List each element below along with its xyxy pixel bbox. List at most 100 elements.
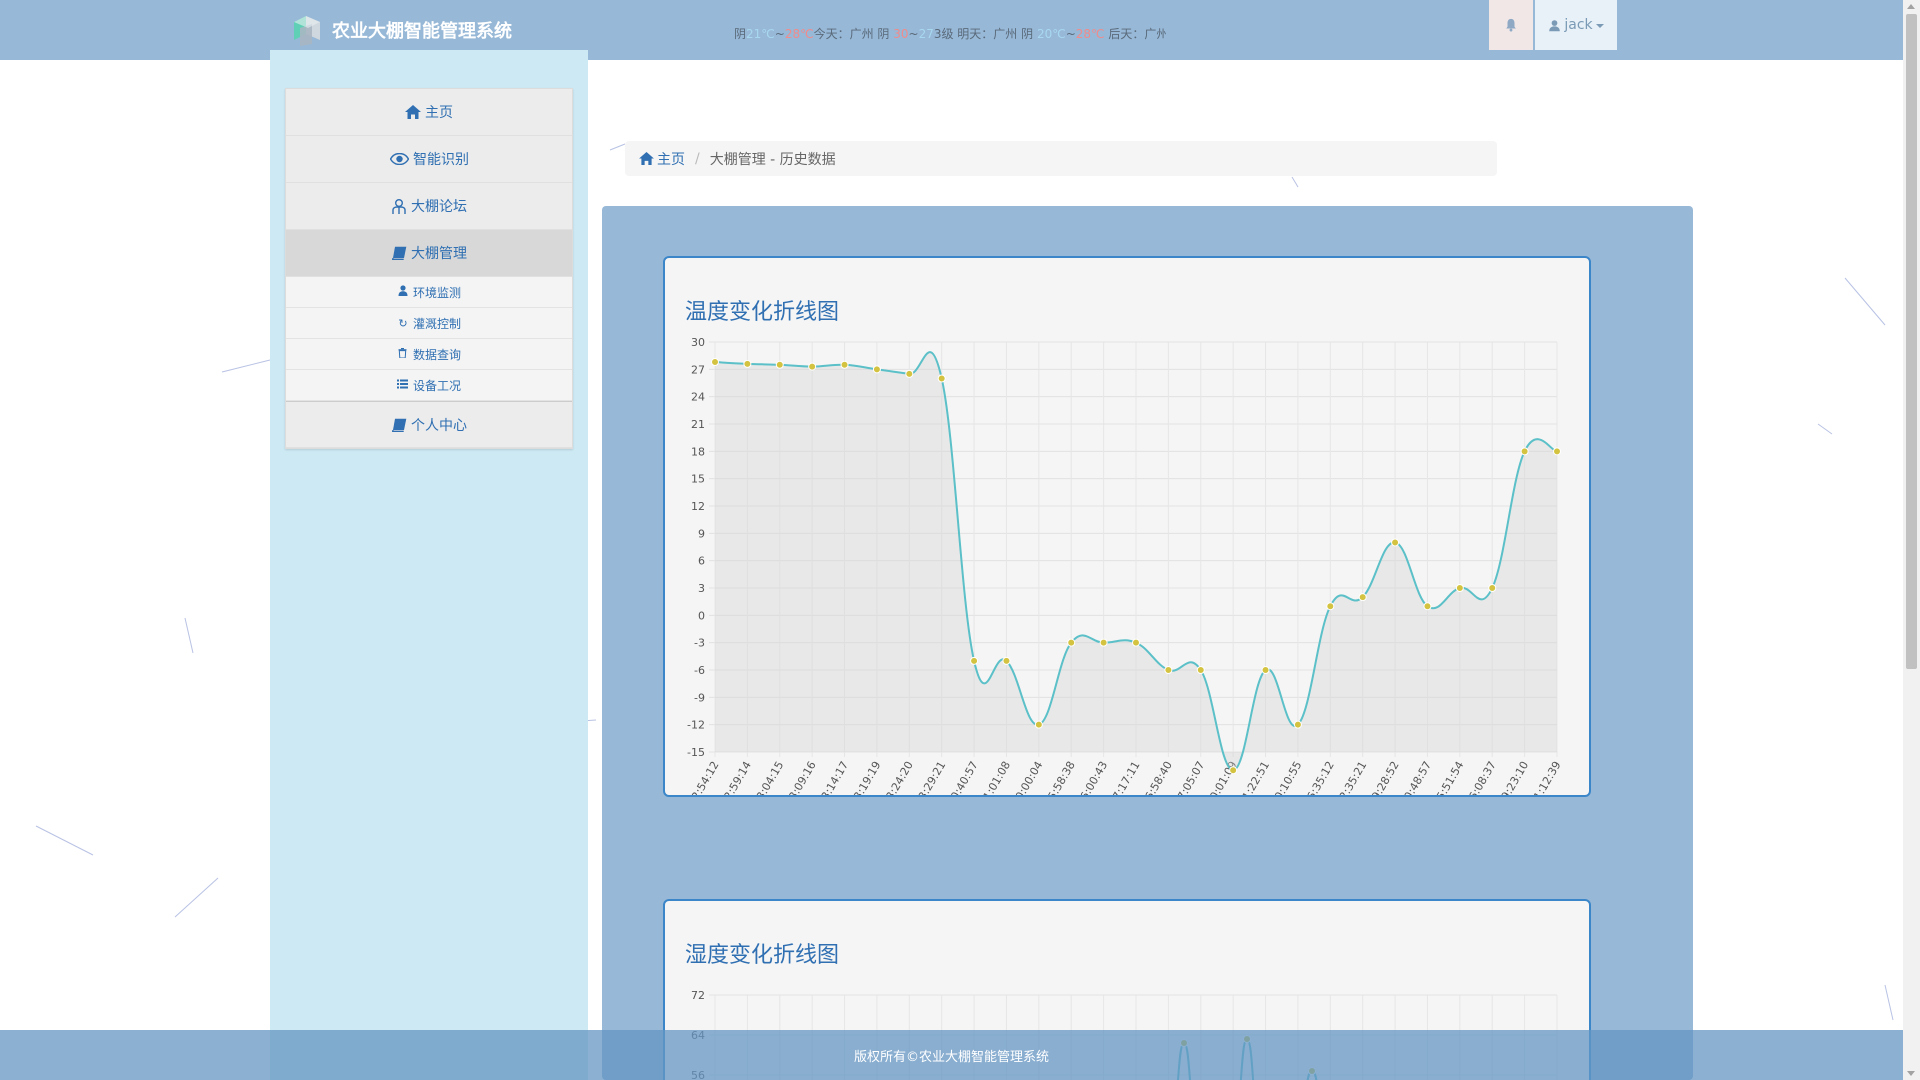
notification-button[interactable] bbox=[1489, 0, 1533, 50]
weather-segment: ~ bbox=[774, 27, 785, 41]
submenu-item-irrigation[interactable]: ↻ 灌溉控制 bbox=[286, 308, 572, 339]
weather-segment: 28℃ bbox=[1075, 27, 1105, 41]
weather-segment: 21℃ bbox=[746, 27, 775, 41]
y-tick-label: -15 bbox=[687, 746, 705, 759]
page-scrollbar[interactable] bbox=[1903, 0, 1920, 1080]
y-tick-label: 15 bbox=[691, 473, 705, 486]
y-tick-label: 27 bbox=[691, 363, 705, 376]
y-tick-label: 30 bbox=[691, 336, 705, 349]
y-tick-label: -12 bbox=[687, 719, 705, 732]
x-tick-label: 15:58:38 bbox=[1042, 759, 1078, 795]
submenu-item-label: 环境监测 bbox=[412, 285, 461, 300]
brand[interactable]: 农业大棚智能管理系统 bbox=[290, 12, 512, 48]
chart-data-point bbox=[1423, 602, 1432, 611]
x-tick-label: 16:35:12 bbox=[1301, 759, 1337, 795]
submenu-item-label: 灌溉控制 bbox=[412, 316, 461, 331]
y-tick-label: 12 bbox=[691, 500, 705, 513]
chevron-down-icon bbox=[1595, 24, 1604, 28]
x-tick-label: 23:24:20 bbox=[880, 759, 916, 795]
app-title: 农业大棚智能管理系统 bbox=[332, 21, 512, 42]
sidebar-menu: 主页 智能识别 大棚论坛 大棚管理 环境监测 ↻ 灌溉控制 数据查询 设备工况 … bbox=[285, 88, 573, 449]
chart-data-point bbox=[840, 360, 849, 369]
chart-data-point bbox=[1067, 638, 1076, 647]
y-tick-label: 3 bbox=[698, 582, 705, 595]
user-group-icon bbox=[391, 198, 407, 214]
submenu-item-label: 数据查询 bbox=[412, 347, 461, 362]
sidebar-item-recognition[interactable]: 智能识别 bbox=[286, 136, 572, 183]
sidebar-item-greenhouse[interactable]: 大棚管理 bbox=[286, 230, 572, 277]
chart-data-point bbox=[1488, 584, 1497, 592]
chart-data-point bbox=[808, 362, 817, 371]
x-tick-label: 10:48:57 bbox=[1398, 759, 1434, 795]
chart-data-point bbox=[1391, 538, 1400, 547]
weather-segment: 阴 bbox=[734, 27, 747, 41]
weather-segment: ~ bbox=[1065, 27, 1076, 41]
user-icon bbox=[1549, 19, 1561, 31]
chart-data-point bbox=[1358, 593, 1367, 602]
sidebar-item-label: 大棚论坛 bbox=[411, 199, 467, 215]
y-tick-label: 18 bbox=[691, 445, 705, 458]
chart-data-point bbox=[872, 365, 881, 374]
weather-segment: 20℃ bbox=[1036, 27, 1066, 41]
weather-segment: 27 bbox=[918, 27, 934, 41]
chart-data-point bbox=[1099, 638, 1108, 647]
chart-data-point bbox=[1553, 447, 1561, 456]
x-tick-label: 16:00:43 bbox=[1074, 759, 1110, 795]
x-tick-label: 23:29:21 bbox=[912, 759, 948, 795]
chart-data-point bbox=[775, 360, 784, 369]
chart-data-point bbox=[1293, 720, 1302, 729]
x-tick-label: 17:17:11 bbox=[1107, 759, 1143, 795]
scrollbar-thumb[interactable] bbox=[1906, 14, 1917, 669]
x-tick-label: 21:12:39 bbox=[1528, 759, 1564, 795]
weather-segment: 30 bbox=[893, 27, 909, 41]
temperature-line-chart: 302724211815129630-3-6-9-12-1522:54:1222… bbox=[686, 336, 1564, 795]
user-menu-button[interactable]: jack bbox=[1535, 0, 1617, 50]
chart-data-point bbox=[1196, 666, 1205, 674]
logo-icon bbox=[290, 12, 326, 48]
y-tick-label: 21 bbox=[691, 418, 705, 431]
submenu-item-query[interactable]: 数据查询 bbox=[286, 339, 572, 370]
weather-ticker: 阴21℃~28℃今天：广州 阴 30~273级 明天：广州 阴 20℃~28℃ … bbox=[734, 25, 1166, 42]
x-tick-label: 22:35:21 bbox=[1333, 759, 1369, 795]
footer: 版权所有©农业大棚智能管理系统 bbox=[0, 1030, 1903, 1080]
chart-data-point bbox=[905, 369, 914, 378]
temperature-chart-card: 温度变化折线图 30 27 24 21 18 15 12 9 6 3 0 -3 -6 -9 -12 -15 22… bbox=[663, 256, 1591, 797]
y-tick-label: -6 bbox=[694, 664, 705, 677]
chart-data-point bbox=[1132, 638, 1140, 647]
y-tick-label: 9 bbox=[698, 527, 705, 540]
weather-segment: 28℃ bbox=[784, 27, 814, 41]
chart-data-point bbox=[1261, 666, 1270, 674]
x-tick-label: 23:04:15 bbox=[750, 759, 786, 795]
trash-icon bbox=[397, 347, 409, 361]
x-tick-label: 16:58:40 bbox=[1139, 759, 1175, 795]
sidebar-item-home[interactable]: 主页 bbox=[286, 89, 572, 136]
user-name: jack bbox=[1564, 17, 1593, 33]
y-tick-label: 0 bbox=[698, 609, 705, 622]
sidebar-item-label: 智能识别 bbox=[413, 152, 469, 168]
breadcrumb-home-link[interactable]: 主页 bbox=[639, 149, 685, 169]
y-tick-label: 6 bbox=[698, 555, 705, 568]
x-tick-label: 22:54:12 bbox=[686, 759, 722, 795]
x-tick-label: 17:05:07 bbox=[1171, 759, 1207, 795]
submenu-item-label: 设备工况 bbox=[412, 378, 461, 393]
sidebar-item-profile[interactable]: 个人中心 bbox=[286, 401, 572, 448]
x-tick-label: 10:10:55 bbox=[1269, 759, 1305, 795]
history-data-panel: 温度变化折线图 30 27 24 21 18 15 12 9 6 3 0 -3 -6 -9 -12 -15 22… bbox=[602, 206, 1693, 1080]
y-tick-label: -9 bbox=[694, 691, 705, 704]
sidebar-item-forum[interactable]: 大棚论坛 bbox=[286, 183, 572, 230]
x-tick-label: 21:22:51 bbox=[1236, 759, 1272, 795]
y-tick-label: 72 bbox=[691, 989, 705, 1002]
scroll-up-arrow[interactable] bbox=[1907, 4, 1915, 9]
weather-segment: 3级 明天：广州 阴 bbox=[933, 27, 1037, 41]
x-tick-label: 22:59:14 bbox=[718, 759, 754, 795]
breadcrumb-current: 大棚管理 - 历史数据 bbox=[709, 151, 836, 168]
submenu-item-device[interactable]: 设备工况 bbox=[286, 370, 572, 401]
home-icon bbox=[639, 152, 654, 165]
scroll-down-arrow[interactable] bbox=[1907, 1071, 1915, 1076]
list-icon bbox=[397, 379, 409, 392]
chart-data-point bbox=[1520, 447, 1529, 456]
x-tick-label: 15:51:54 bbox=[1430, 759, 1466, 795]
weather-segment: 今天：广州 阴 bbox=[813, 27, 894, 41]
x-tick-label: 23:19:19 bbox=[848, 759, 884, 795]
submenu-item-env[interactable]: 环境监测 bbox=[286, 277, 572, 308]
